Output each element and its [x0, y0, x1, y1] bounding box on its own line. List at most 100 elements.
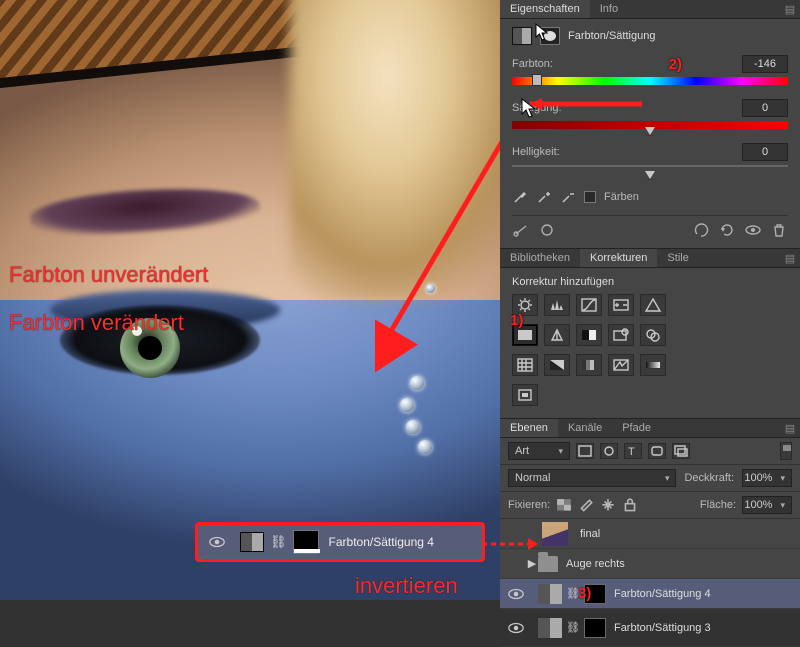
fill-input[interactable]: 100% — [742, 496, 792, 514]
colorize-checkbox[interactable] — [584, 191, 596, 203]
cursor-icon — [534, 22, 550, 42]
annotation-label-bottom: Farbton verändert — [9, 310, 184, 336]
photo-stud — [406, 420, 420, 434]
eyedropper-subtract-icon[interactable] — [560, 189, 576, 205]
lightness-slider-thumb[interactable] — [645, 171, 655, 180]
annotation-3: 3) — [578, 585, 591, 602]
opacity-value: 100% — [744, 472, 772, 484]
lock-position-icon[interactable] — [600, 498, 616, 512]
visibility-toggle[interactable] — [506, 619, 526, 637]
filter-adjustment-icon[interactable] — [600, 443, 618, 459]
lightness-slider[interactable] — [512, 165, 788, 175]
panel-menu-icon[interactable]: ▤ — [780, 252, 800, 265]
photo-stud — [418, 440, 432, 454]
adj-invert-icon[interactable] — [544, 354, 570, 376]
filter-shape-icon[interactable] — [648, 443, 666, 459]
scrubby-icon[interactable] — [512, 222, 530, 238]
adj-vibrance-icon[interactable] — [640, 294, 666, 316]
filter-type-icon[interactable]: T — [624, 443, 642, 459]
annotation-invert: invertieren — [355, 573, 458, 599]
layer-row-selected[interactable]: ⛓ 3) Farbton/Sättigung 4 — [500, 579, 800, 609]
tab-styles[interactable]: Stile — [657, 249, 698, 267]
svg-text:T: T — [628, 446, 635, 458]
filter-smart-icon[interactable] — [672, 443, 690, 459]
link-icon: ⛓ — [566, 621, 580, 634]
tab-layers[interactable]: Ebenen — [500, 419, 558, 437]
colorize-label: Färben — [604, 191, 639, 203]
cursor-icon — [520, 97, 538, 119]
tab-channels[interactable]: Kanäle — [558, 419, 612, 437]
layer-row-group[interactable]: ▶ Auge rechts — [500, 549, 800, 579]
adjustment-thumb-icon — [538, 618, 562, 638]
adj-gradient-map-icon[interactable] — [640, 354, 666, 376]
layer-row[interactable]: final — [500, 519, 800, 549]
adj-black-white-icon[interactable] — [576, 324, 602, 346]
link-icon: ⛓ — [270, 534, 287, 550]
saturation-slider-thumb[interactable] — [645, 127, 655, 136]
layer-filter-kind-select[interactable]: Art — [508, 442, 570, 460]
adj-curves-icon[interactable] — [576, 294, 602, 316]
panel-menu-icon[interactable]: ▤ — [780, 422, 800, 435]
blend-mode-label: Normal — [515, 472, 550, 484]
adjustment-title: Farbton/Sättigung — [568, 30, 655, 42]
adjustments-panel: Korrektur hinzufügen 1) — [500, 268, 800, 419]
hue-value-input[interactable]: -146 — [742, 55, 788, 73]
layer-filter-kind-label: Art — [515, 445, 529, 457]
toggle-visibility-icon[interactable] — [744, 222, 762, 238]
layer-name: Farbton/Sättigung 4 — [614, 588, 711, 600]
document-canvas[interactable]: Farbton unverändert Farbton verändert in… — [0, 0, 500, 600]
photo-stud — [400, 398, 414, 412]
hue-label: Farbton: — [512, 58, 669, 70]
fill-label: Fläche: — [700, 499, 736, 511]
layer-row[interactable]: ⛓ Farbton/Sättigung 3 — [500, 609, 800, 647]
adj-color-lookup-icon[interactable] — [512, 354, 538, 376]
lock-pixels-icon[interactable] — [578, 498, 594, 512]
adj-channel-mixer-icon[interactable] — [640, 324, 666, 346]
filter-pixel-icon[interactable] — [576, 443, 594, 459]
panel-menu-icon[interactable]: ▤ — [780, 3, 800, 16]
filter-toggle-switch[interactable] — [780, 442, 792, 460]
layer-name: Farbton/Sättigung 3 — [614, 622, 711, 634]
opacity-input[interactable]: 100% — [742, 469, 792, 487]
photo-stud — [410, 376, 424, 390]
adj-threshold-icon[interactable] — [608, 354, 634, 376]
eyedropper-icon[interactable] — [512, 189, 528, 205]
expand-toggle[interactable]: ▶ — [526, 557, 538, 570]
annotation-2: 2) — [669, 56, 682, 73]
lightness-value-input[interactable]: 0 — [742, 143, 788, 161]
lock-all-icon[interactable] — [622, 498, 638, 512]
hue-slider[interactable] — [512, 77, 788, 85]
annotation-hue-arrow — [512, 95, 782, 113]
layers-tabbar: Ebenen Kanäle Pfade ▤ — [500, 419, 800, 438]
adj-posterize-icon[interactable] — [576, 354, 602, 376]
annotation-1: 1) — [510, 312, 523, 329]
delete-adjustment-icon[interactable] — [770, 222, 788, 238]
tab-properties[interactable]: Eigenschaften — [500, 0, 590, 18]
clip-to-layer-icon[interactable] — [538, 222, 556, 238]
annotation-layer-strip: ⛓ Farbton/Sättigung 4 — [195, 522, 485, 562]
lock-transparent-icon[interactable] — [556, 498, 572, 512]
tab-info[interactable]: Info — [590, 0, 628, 18]
adj-levels-icon[interactable] — [544, 294, 570, 316]
adj-exposure-icon[interactable] — [608, 294, 634, 316]
blend-mode-select[interactable]: Normal — [508, 469, 676, 487]
reset-icon[interactable] — [718, 222, 736, 238]
opacity-label: Deckkraft: — [684, 472, 734, 484]
annotation-label-top: Farbton unverändert — [9, 262, 208, 288]
saturation-slider[interactable] — [512, 121, 788, 129]
visibility-icon — [208, 533, 226, 551]
prev-state-icon[interactable] — [692, 222, 710, 238]
adj-color-balance-icon[interactable] — [544, 324, 570, 346]
adjustment-thumb-icon — [240, 532, 264, 552]
adj-photo-filter-icon[interactable] — [608, 324, 634, 346]
photo-hair — [290, 0, 500, 300]
lightness-label: Helligkeit: — [512, 146, 742, 158]
adjustment-thumb-icon — [538, 584, 562, 604]
tab-paths[interactable]: Pfade — [612, 419, 661, 437]
tab-adjustments[interactable]: Korrekturen — [580, 249, 657, 267]
hue-slider-thumb[interactable] — [532, 74, 542, 86]
eyedropper-add-icon[interactable] — [536, 189, 552, 205]
adj-selective-color-icon[interactable] — [512, 384, 538, 406]
layer-mask-thumb[interactable] — [584, 618, 606, 638]
tab-libraries[interactable]: Bibliotheken — [500, 249, 580, 267]
